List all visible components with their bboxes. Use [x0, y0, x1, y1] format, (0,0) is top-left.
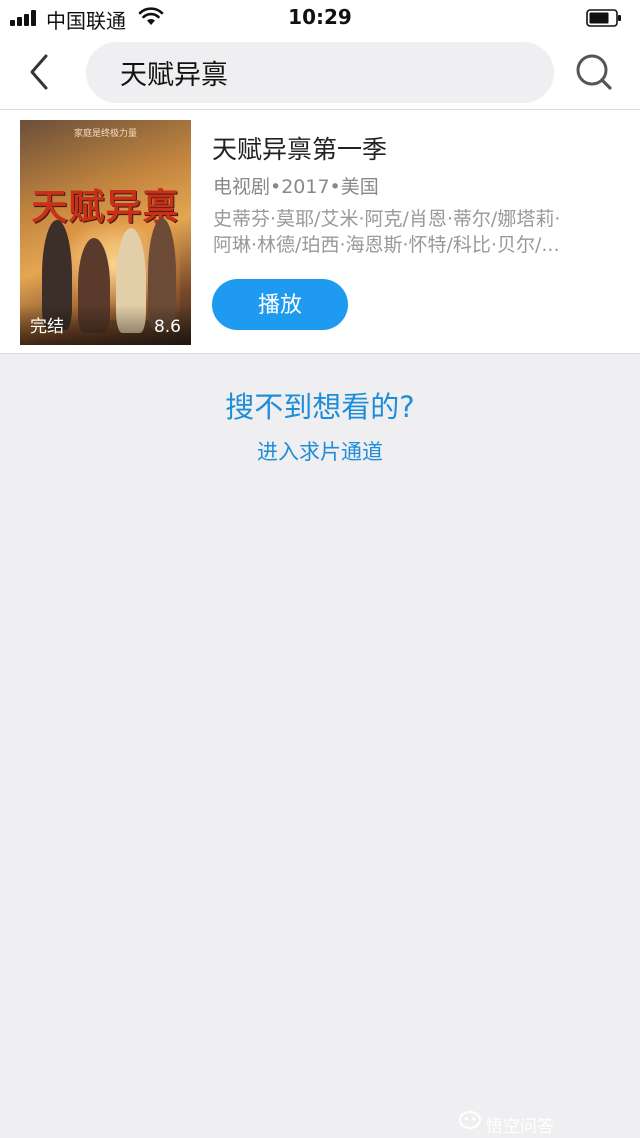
search-header — [0, 36, 640, 110]
cast-line: 史蒂芬·莫耶/艾米·阿克/肖恩·蒂尔/娜塔莉· — [213, 208, 561, 230]
battery-icon — [586, 9, 621, 27]
cast-line: 阿琳·林德/珀西·海恩斯·怀特/科比·贝尔/... — [213, 234, 560, 256]
cast-list: 史蒂芬·莫耶/艾米·阿克/肖恩·蒂尔/娜塔莉· 阿琳·林德/珀西·海恩斯·怀特/… — [213, 206, 623, 258]
chevron-left-icon[interactable] — [26, 52, 54, 92]
show-meta: 电视剧•2017•美国 — [213, 176, 379, 198]
not-found-prompt: 搜不到想看的? — [225, 390, 415, 424]
wukong-logo-icon — [459, 1111, 481, 1129]
watermark-text: 悟空问答 — [486, 1117, 554, 1137]
request-channel-link[interactable]: 进入求片通道 — [0, 436, 640, 466]
search-icon[interactable] — [574, 52, 614, 92]
play-button[interactable]: 播放 — [212, 279, 348, 330]
poster-tagline: 家庭是终极力量 — [73, 129, 137, 139]
show-title[interactable]: 天赋异禀第一季 — [212, 130, 387, 166]
clock: 10:29 — [288, 5, 352, 29]
result-card[interactable]: 家庭是终极力量 天赋异禀 完结 8.6 天赋异禀第一季 电视剧•2017•美国 … — [0, 110, 640, 354]
poster-image[interactable]: 家庭是终极力量 天赋异禀 完结 8.6 — [20, 120, 191, 345]
status-bar: 中国联通 10:29 — [0, 0, 640, 36]
search-box[interactable] — [86, 42, 554, 103]
search-input[interactable] — [120, 52, 520, 92]
completion-badge: 完结 — [30, 317, 64, 337]
rating-score: 8.6 — [153, 317, 181, 337]
